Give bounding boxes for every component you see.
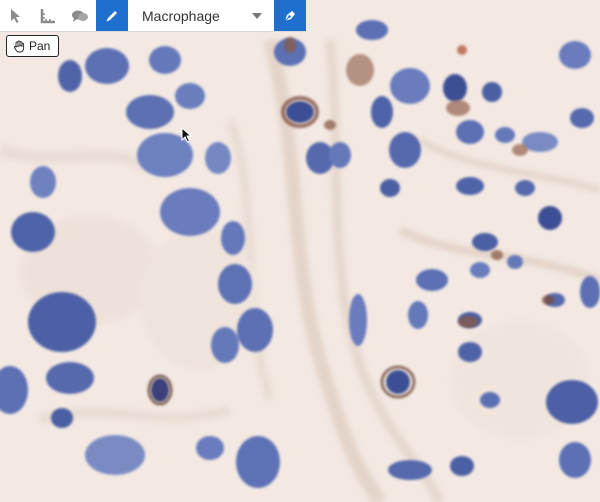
pan-mode-label: Pan: [29, 39, 51, 53]
chevron-down-icon: [252, 12, 262, 19]
ruler-icon: [40, 8, 55, 23]
pointer-arrow-icon: [11, 8, 20, 23]
pan-mode-button[interactable]: Pan: [6, 35, 60, 57]
pen-tool-button[interactable]: [274, 0, 306, 31]
slide-viewer[interactable]: [0, 0, 600, 502]
annotation-toolbar: Macrophage: [0, 0, 306, 32]
tissue-image[interactable]: [0, 0, 600, 502]
pen-nib-icon: [284, 10, 295, 21]
ruler-tool-button[interactable]: [32, 0, 64, 31]
pencil-icon: [106, 10, 117, 21]
pointer-tool-button[interactable]: [0, 0, 32, 31]
draw-tool-button[interactable]: [96, 0, 128, 31]
label-class-value: Macrophage: [142, 7, 220, 24]
speech-bubbles-icon: [72, 10, 88, 22]
hand-icon: [13, 40, 25, 52]
comment-tool-button[interactable]: [64, 0, 96, 31]
label-class-select[interactable]: Macrophage: [128, 0, 274, 31]
mouse-cursor-icon: [181, 127, 193, 143]
